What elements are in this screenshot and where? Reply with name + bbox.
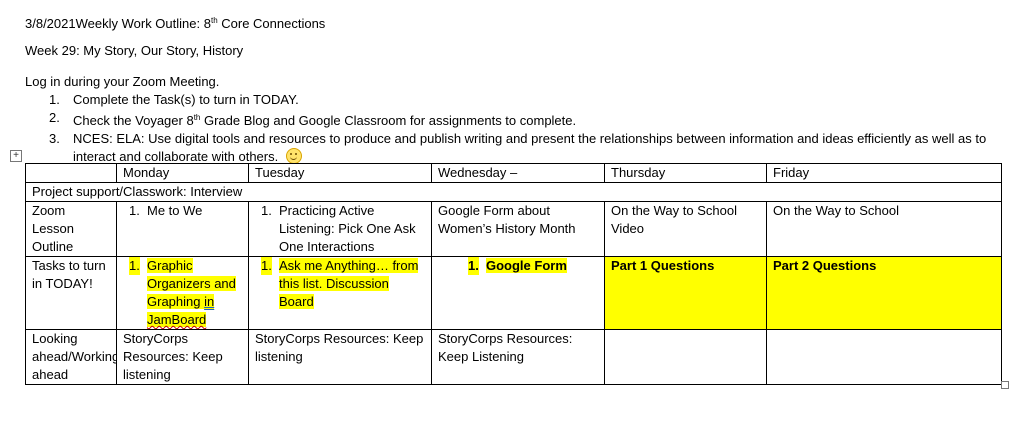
tasks-thursday-cell: Part 1 Questions xyxy=(604,256,767,330)
zoom-tuesday-item: 1. Practicing Active Listening: Pick One … xyxy=(255,203,425,256)
project-row: Project support/Classwork: Interview xyxy=(25,182,1002,202)
table-resize-handle-icon[interactable] xyxy=(1001,381,1009,389)
list-number: 1. xyxy=(261,203,272,218)
task-number: 3. xyxy=(49,131,60,146)
list-number: 1. xyxy=(468,257,479,275)
list-text: Ask me Anything… from this list. Discuss… xyxy=(279,258,419,309)
list-text: Me to We xyxy=(147,203,203,218)
smiley-emoji-icon xyxy=(286,148,303,164)
looking-tuesday-cell: StoryCorps Resources: Keep listening xyxy=(248,329,432,385)
doc-title-prefix: Weekly Work Outline: 8 xyxy=(75,16,211,31)
day-header-tuesday: Tuesday xyxy=(248,163,432,183)
tasks-friday-cell: Part 2 Questions xyxy=(766,256,1002,330)
jamboard-link-text: JamBoard xyxy=(147,312,207,327)
day-header-monday: Monday xyxy=(116,163,249,183)
looking-row-label: Looking ahead/Working ahead xyxy=(25,329,117,385)
zoom-thursday-cell: On the Way to School Video xyxy=(604,201,767,257)
day-header-wednesday: Wednesday – xyxy=(431,163,605,183)
looking-monday-cell: StoryCorps Resources: Keep listening xyxy=(116,329,249,385)
task-text: NCES: ELA: Use digital tools and resourc… xyxy=(73,131,987,164)
document-title-line: 3/8/2021Weekly Work Outline: 8th Core Co… xyxy=(25,12,325,32)
zoom-monday-item: 1. Me to We xyxy=(123,203,242,221)
zoom-friday-cell: On the Way to School xyxy=(766,201,1002,257)
tasks-tuesday-item: 1. Ask me Anything… from this list. Discu… xyxy=(255,257,425,312)
weekly-outline-table: Monday Tuesday Wednesday – Thursday Frid… xyxy=(25,163,1002,385)
task-text-post: Grade Blog and Google Classroom for assi… xyxy=(200,113,577,128)
week-heading: Week 29: My Story, Our Story, History xyxy=(25,43,244,58)
doc-date: 3/8/2021 xyxy=(25,16,76,31)
tasks-monday-cell: 1. Graphic Organizers and Graphing in Jam… xyxy=(116,256,249,330)
task-item: 3. NCES: ELA: Use digital tools and reso… xyxy=(25,130,1008,166)
zoom-wednesday-cell: Google Form about Women’s History Month xyxy=(431,201,605,257)
list-number: 1. xyxy=(129,203,140,218)
task-number: 1. xyxy=(49,92,60,107)
tasks-monday-item: 1. Graphic Organizers and Graphing in Jam… xyxy=(123,257,242,329)
doc-title-suffix: Core Connections xyxy=(217,16,326,31)
list-text-a: Graphic Organizers and Graphing xyxy=(147,258,236,309)
task-item: 2. Check the Voyager 8th Grade Blog and … xyxy=(25,109,1008,130)
looking-thursday-cell xyxy=(604,329,767,385)
intro-text: Log in during your Zoom Meeting. xyxy=(25,74,220,89)
looking-ahead-row: Looking ahead/Working ahead StoryCorps R… xyxy=(25,329,1002,385)
zoom-row-label: Zoom Lesson Outline xyxy=(25,201,117,257)
zoom-tuesday-cell: 1. Practicing Active Listening: Pick One … xyxy=(248,201,432,257)
list-text: Google Form xyxy=(486,258,567,273)
day-header-friday: Friday xyxy=(766,163,1002,183)
tasks-wednesday-cell: 1. Google Form xyxy=(431,256,605,330)
zoom-row: Zoom Lesson Outline 1. Me to We 1. Practic… xyxy=(25,201,1002,257)
corner-cell xyxy=(25,163,117,183)
list-number: 1. xyxy=(261,257,272,275)
looking-friday-cell xyxy=(766,329,1002,385)
project-support-cell: Project support/Classwork: Interview xyxy=(25,182,1002,202)
task-number: 2. xyxy=(49,110,60,125)
task-text: Check the Voyager 8th Grade Blog and Goo… xyxy=(73,113,576,128)
list-text: Graphic Organizers and Graphing in JamBo… xyxy=(147,258,236,327)
day-header-row: Monday Tuesday Wednesday – Thursday Frid… xyxy=(25,163,1002,183)
doc-title-sup: th xyxy=(210,16,218,25)
looking-wednesday-cell: StoryCorps Resources: Keep Listening xyxy=(431,329,605,385)
task-text-pre: Check the Voyager 8 xyxy=(73,113,194,128)
list-number: 1. xyxy=(129,257,140,275)
tasks-tuesday-cell: 1. Ask me Anything… from this list. Discu… xyxy=(248,256,432,330)
tasks-wednesday-item: 1. Google Form xyxy=(438,257,598,275)
list-text: Practicing Active Listening: Pick One As… xyxy=(279,203,416,254)
list-text-b: in xyxy=(204,294,215,309)
task-list: 1. Complete the Task(s) to turn in TODAY… xyxy=(25,91,1008,166)
zoom-monday-cell: 1. Me to We xyxy=(116,201,249,257)
task-item: 1. Complete the Task(s) to turn in TODAY… xyxy=(25,91,1008,109)
day-header-thursday: Thursday xyxy=(604,163,767,183)
task-text: Complete the Task(s) to turn in TODAY. xyxy=(73,92,299,107)
table-move-handle-icon[interactable]: + xyxy=(10,150,22,162)
tasks-row-label: Tasks to turn in TODAY! xyxy=(25,256,117,330)
tasks-row: Tasks to turn in TODAY! 1. Graphic Organi… xyxy=(25,256,1002,330)
